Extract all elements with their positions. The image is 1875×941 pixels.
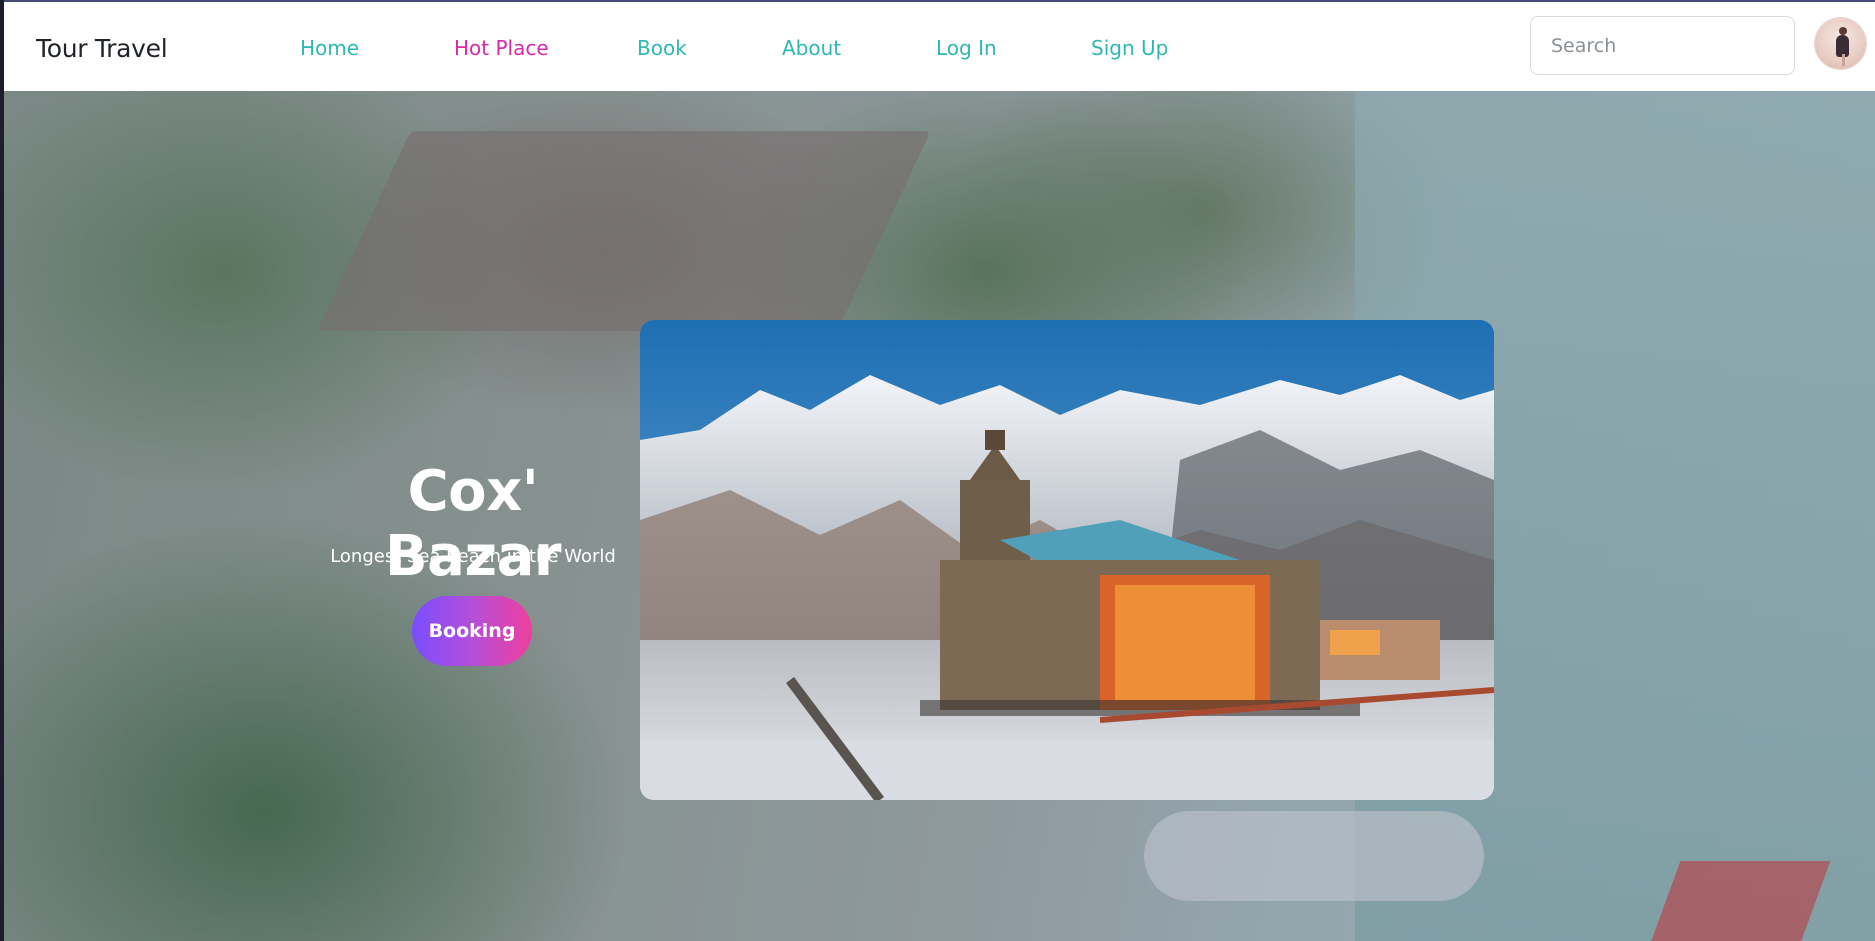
search-input[interactable]	[1530, 16, 1795, 75]
window-left-border	[0, 0, 4, 941]
hero-title: Cox' Bazar	[385, 459, 561, 589]
avatar[interactable]	[1815, 18, 1866, 69]
nav-link-book[interactable]: Book	[637, 36, 687, 60]
nav-link-home[interactable]: Home	[300, 36, 359, 60]
temple-mountain-image	[640, 320, 1494, 800]
destination-photo[interactable]	[640, 320, 1494, 800]
nav-link-about[interactable]: About	[782, 36, 841, 60]
navbar: Tour Travel Home Hot Place Book About Lo…	[4, 2, 1875, 91]
booking-button[interactable]: Booking	[412, 596, 532, 666]
hero-subtitle: Longest Sea beach in the World	[330, 546, 616, 567]
nav-link-sign-up[interactable]: Sign Up	[1091, 36, 1168, 60]
brand-logo-text[interactable]: Tour Travel	[36, 34, 168, 63]
nav-link-hot-place[interactable]: Hot Place	[454, 36, 549, 60]
avatar-figure	[1839, 27, 1847, 35]
nav-link-log-in[interactable]: Log In	[936, 36, 997, 60]
